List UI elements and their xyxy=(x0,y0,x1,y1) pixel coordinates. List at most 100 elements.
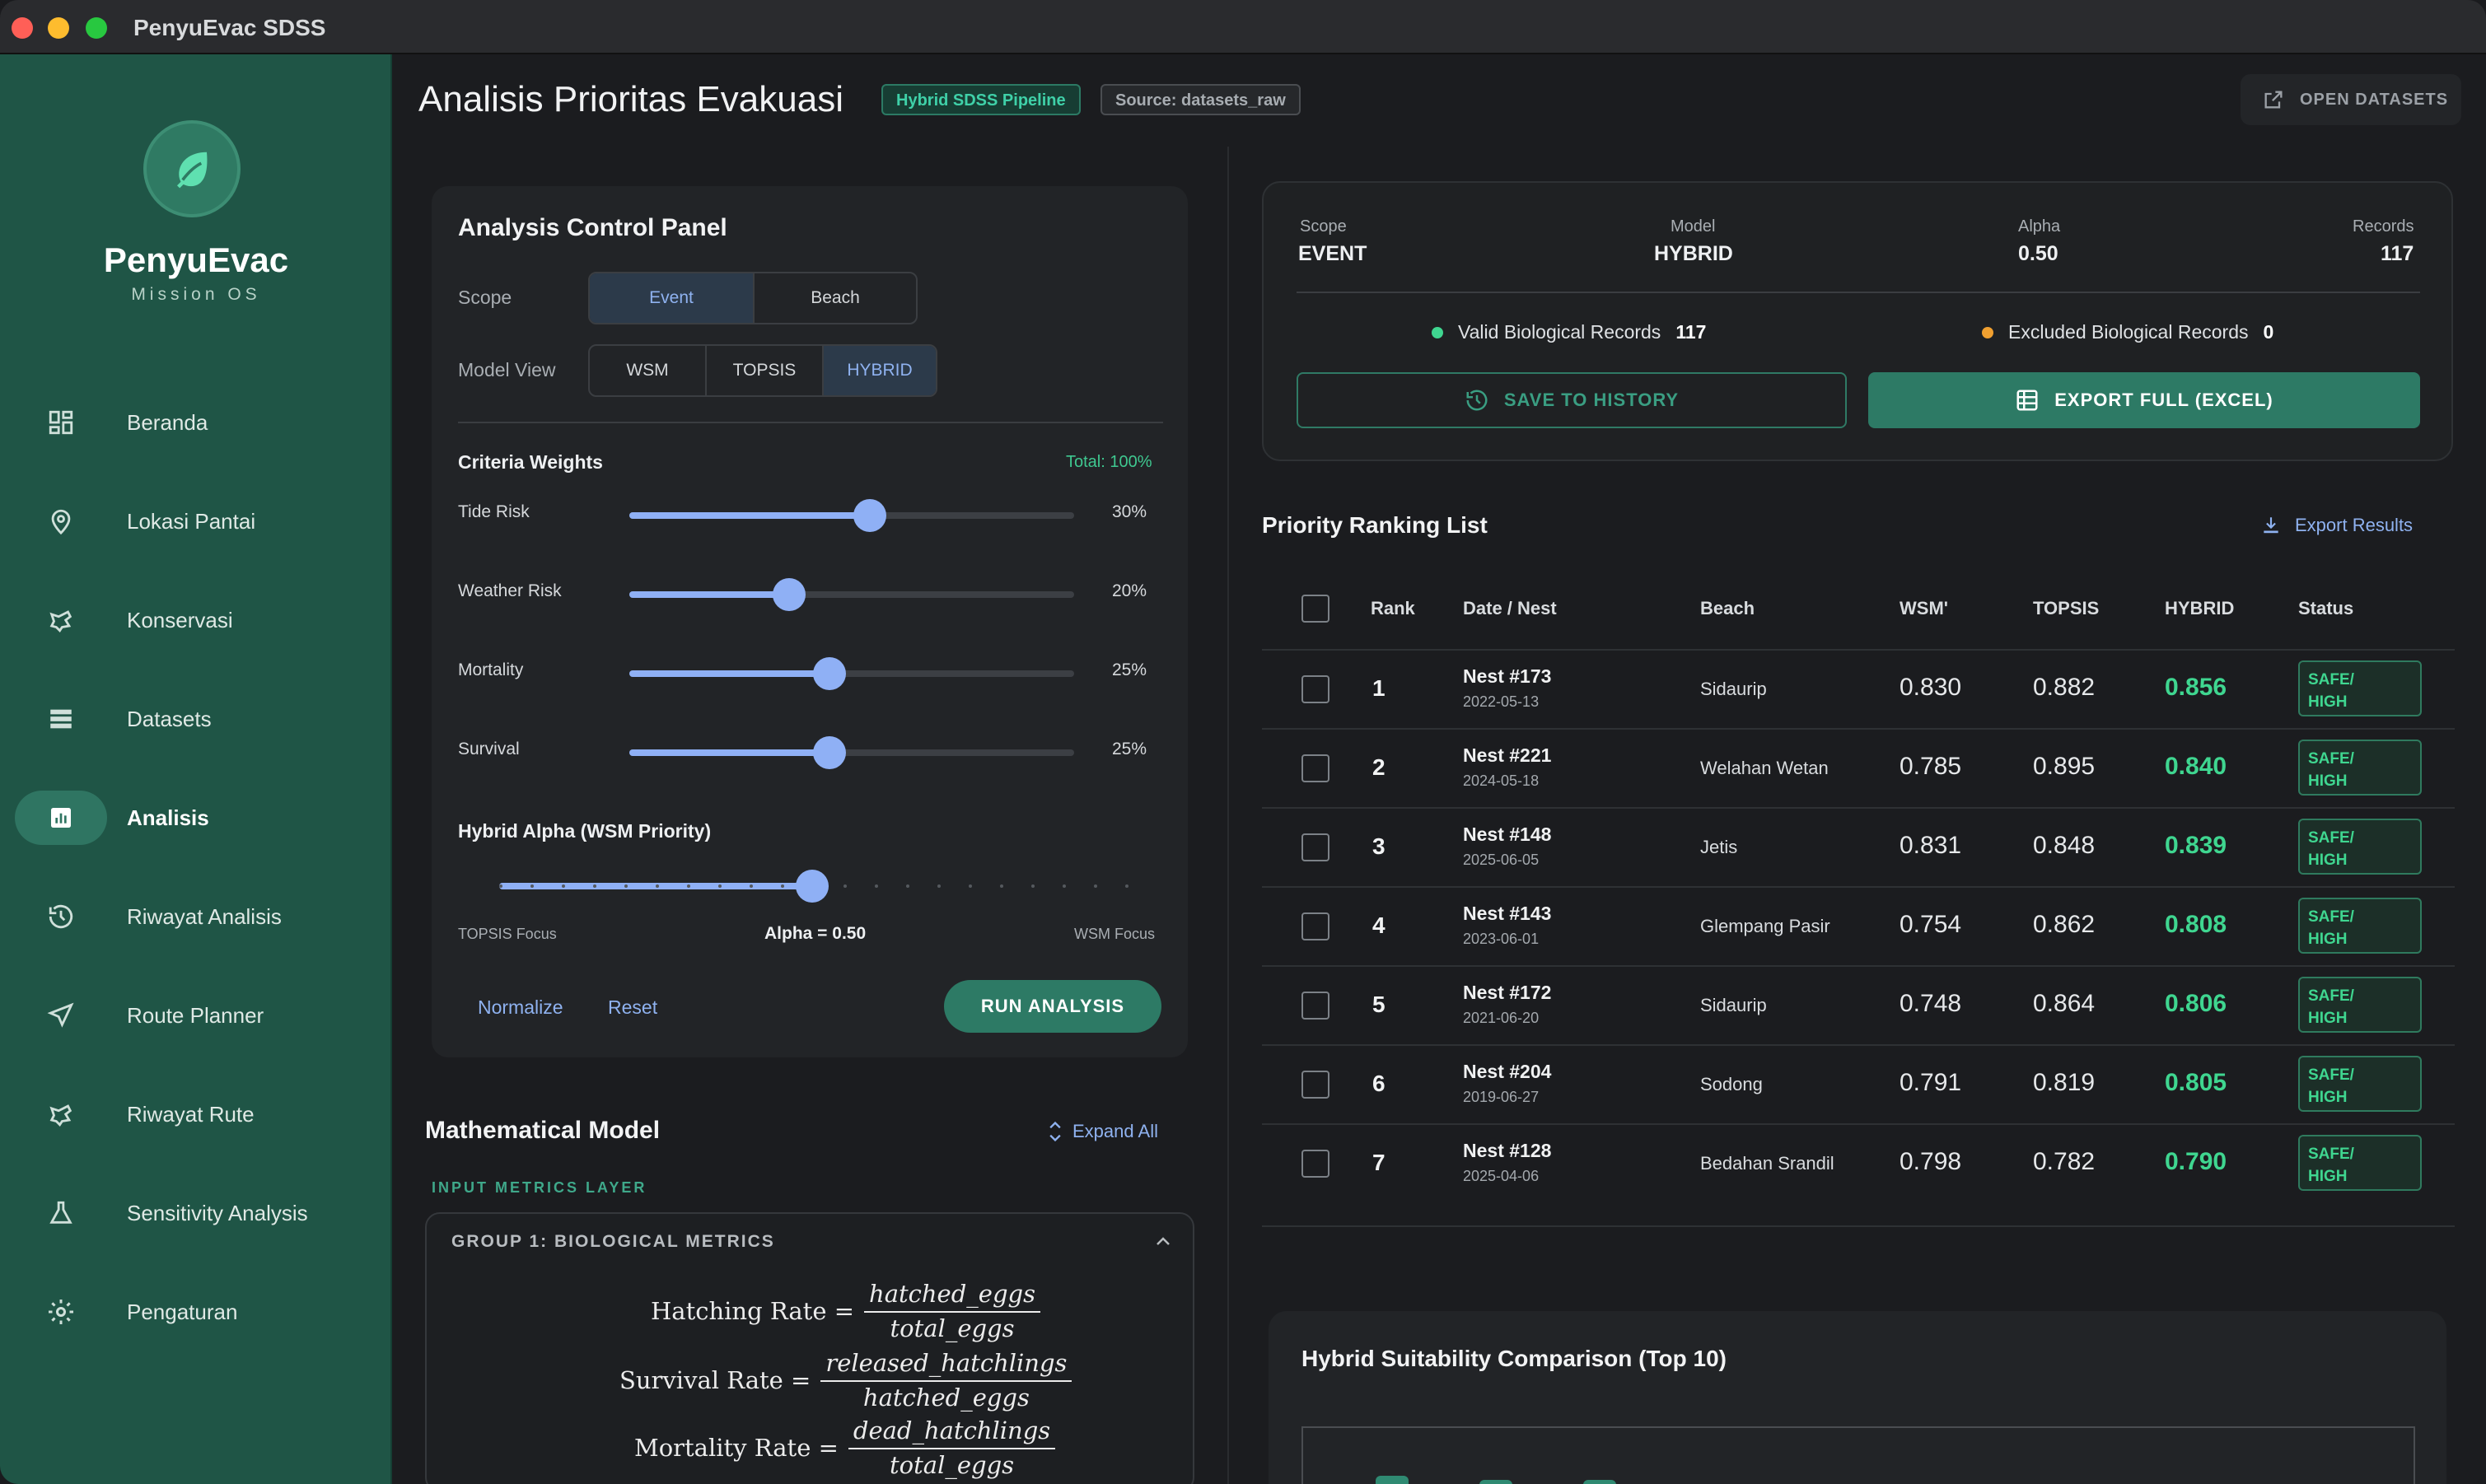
row-checkbox[interactable] xyxy=(1301,912,1329,940)
weight-label: Mortality xyxy=(458,660,524,679)
model-hybrid-button[interactable]: HYBRID xyxy=(824,346,936,395)
sidebar-item-datasets[interactable]: Datasets xyxy=(15,692,377,746)
row-checkbox[interactable] xyxy=(1301,675,1329,703)
sidebar-item-riwayat-rute[interactable]: Riwayat Rute xyxy=(15,1087,377,1141)
nest-cell: Nest #143 xyxy=(1463,903,1552,924)
table-row[interactable]: 7 Nest #128 2025-04-06 Bedahan Srandil 0.798… xyxy=(1262,1123,2455,1202)
run-analysis-button[interactable]: RUN ANALYSIS xyxy=(944,980,1161,1033)
alpha-tick xyxy=(937,884,941,888)
spreadsheet-icon xyxy=(2016,390,2038,411)
table-row[interactable]: 4 Nest #143 2023-06-01 Glempang Pasir 0.754 0… xyxy=(1262,886,2455,965)
weight-slider-handle[interactable] xyxy=(813,657,846,690)
sidebar-item-label: Konservasi xyxy=(127,608,233,632)
minimize-window-button[interactable] xyxy=(48,17,69,39)
wsm-cell: 0.785 xyxy=(1900,753,1962,780)
chart-bar[interactable] xyxy=(1479,1479,1512,1484)
weight-slider-fill xyxy=(629,512,870,519)
unfold-icon xyxy=(1049,1121,1061,1142)
weight-slider[interactable] xyxy=(629,736,1074,769)
select-all-checkbox[interactable] xyxy=(1301,595,1329,623)
chart-bar[interactable] xyxy=(1376,1476,1409,1484)
weight-slider-handle[interactable] xyxy=(773,578,806,611)
history-icon xyxy=(1466,390,1488,411)
formula-lhs: Mortality Rate = xyxy=(634,1434,839,1462)
model-topsis-button[interactable]: TOPSIS xyxy=(707,346,824,395)
beach-cell: Welahan Wetan xyxy=(1700,758,1829,778)
expand-all-button[interactable]: Expand All xyxy=(1046,1120,1158,1143)
chart-bar[interactable] xyxy=(1583,1480,1616,1484)
chevron-up-icon[interactable] xyxy=(1153,1234,1173,1250)
topsis-cell: 0.782 xyxy=(2033,1148,2096,1175)
sidebar-item-sensitivity-analysis[interactable]: Sensitivity Analysis xyxy=(15,1186,377,1240)
pipeline-badge: Hybrid SDSS Pipeline xyxy=(881,84,1081,115)
alpha-slider-handle[interactable] xyxy=(796,870,829,903)
row-checkbox[interactable] xyxy=(1301,833,1329,861)
export-results-button[interactable]: Export Results xyxy=(2260,514,2413,537)
sidebar-item-route-planner[interactable]: Route Planner xyxy=(15,988,377,1043)
status-line-1: SAFE/ xyxy=(2308,1066,2354,1084)
formula-numerator: hatched_eggs xyxy=(864,1280,1040,1313)
alpha-tick xyxy=(530,884,534,888)
weight-slider-handle[interactable] xyxy=(853,499,886,532)
zoom-window-button[interactable] xyxy=(86,17,107,39)
sidebar-item-label: Lokasi Pantai xyxy=(127,509,256,534)
status-badge: SAFE/HIGH xyxy=(2298,898,2422,954)
wsm-focus-label: WSM Focus xyxy=(1074,926,1156,942)
weight-slider-handle[interactable] xyxy=(813,736,846,769)
row-checkbox[interactable] xyxy=(1301,1150,1329,1178)
scope-event-button[interactable]: Event xyxy=(590,273,755,323)
open-datasets-button[interactable]: OPEN DATASETS xyxy=(2241,74,2461,125)
save-to-history-button[interactable]: SAVE TO HISTORY xyxy=(1297,372,1847,428)
beach-cell: Sidaurip xyxy=(1700,995,1767,1015)
formula-denominator: hatched_eggs xyxy=(862,1384,1030,1412)
weight-slider[interactable] xyxy=(629,578,1074,611)
model-wsm-button[interactable]: WSM xyxy=(590,346,707,395)
sidebar-item-riwayat-analisis[interactable]: Riwayat Analisis xyxy=(15,889,377,944)
table-row[interactable]: 2 Nest #221 2024-05-18 Welahan Wetan 0.785 0.… xyxy=(1262,728,2455,807)
sidebar-item-label: Riwayat Analisis xyxy=(127,904,282,929)
hybrid-cell: 0.808 xyxy=(2165,911,2227,938)
weight-slider[interactable] xyxy=(629,499,1074,532)
column-header-topsis: TOPSIS xyxy=(2033,598,2100,618)
hybrid-cell: 0.839 xyxy=(2165,832,2227,859)
group-title: GROUP 1: BIOLOGICAL METRICS xyxy=(451,1232,775,1251)
table-row[interactable]: 1 Nest #173 2022-05-13 Sidaurip 0.830 0.882 0.… xyxy=(1262,649,2455,728)
sidebar-item-beranda[interactable]: Beranda xyxy=(15,395,377,450)
normalize-button[interactable]: Normalize xyxy=(478,996,563,1019)
alpha-tick xyxy=(1063,884,1066,888)
rank-cell: 6 xyxy=(1372,1071,1386,1096)
rank-cell: 7 xyxy=(1372,1150,1386,1175)
close-window-button[interactable] xyxy=(12,17,33,39)
table-row[interactable]: 3 Nest #148 2025-06-05 Jetis 0.831 0.848 0.839… xyxy=(1262,807,2455,886)
model-stat-value: HYBRID xyxy=(1654,242,1733,265)
table-row[interactable]: 5 Nest #172 2021-06-20 Sidaurip 0.748 0.864 0.… xyxy=(1262,965,2455,1044)
export-full-excel-button[interactable]: EXPORT FULL (EXCEL) xyxy=(1868,372,2420,428)
reset-button[interactable]: Reset xyxy=(608,996,657,1019)
nest-cell: Nest #221 xyxy=(1463,744,1552,766)
wsm-cell: 0.754 xyxy=(1900,911,1962,938)
weight-slider[interactable] xyxy=(629,657,1074,690)
source-badge: Source: datasets_raw xyxy=(1100,84,1301,115)
sidebar-item-analisis[interactable]: Analisis xyxy=(15,791,377,845)
brand-subtitle: Mission OS xyxy=(131,285,261,304)
sidebar-item-konservasi[interactable]: Konservasi xyxy=(15,593,377,647)
formula-denominator: total_eggs xyxy=(890,1451,1015,1479)
alpha-slider[interactable] xyxy=(499,870,1129,903)
alpha-tick xyxy=(718,884,722,888)
scope-beach-button[interactable]: Beach xyxy=(755,273,916,323)
sidebar-item-pengaturan[interactable]: Pengaturan xyxy=(15,1285,377,1339)
alpha-tick xyxy=(1125,884,1129,888)
sidebar-item-lokasi-pantai[interactable]: Lokasi Pantai xyxy=(15,494,377,548)
rank-cell: 2 xyxy=(1372,754,1386,780)
date-cell: 2025-04-06 xyxy=(1463,1168,1540,1184)
divider xyxy=(1297,292,2420,293)
topsis-cell: 0.862 xyxy=(2033,911,2096,938)
row-checkbox[interactable] xyxy=(1301,992,1329,1020)
status-line-1: SAFE/ xyxy=(2308,671,2354,688)
table-row[interactable]: 6 Nest #204 2019-06-27 Sodong 0.791 0.819 0.80… xyxy=(1262,1044,2455,1123)
status-line-1: SAFE/ xyxy=(2308,829,2354,847)
row-checkbox[interactable] xyxy=(1301,1071,1329,1099)
row-checkbox[interactable] xyxy=(1301,754,1329,782)
sidebar-item-label: Beranda xyxy=(127,410,208,435)
alpha-stat-label: Alpha xyxy=(2018,217,2061,236)
